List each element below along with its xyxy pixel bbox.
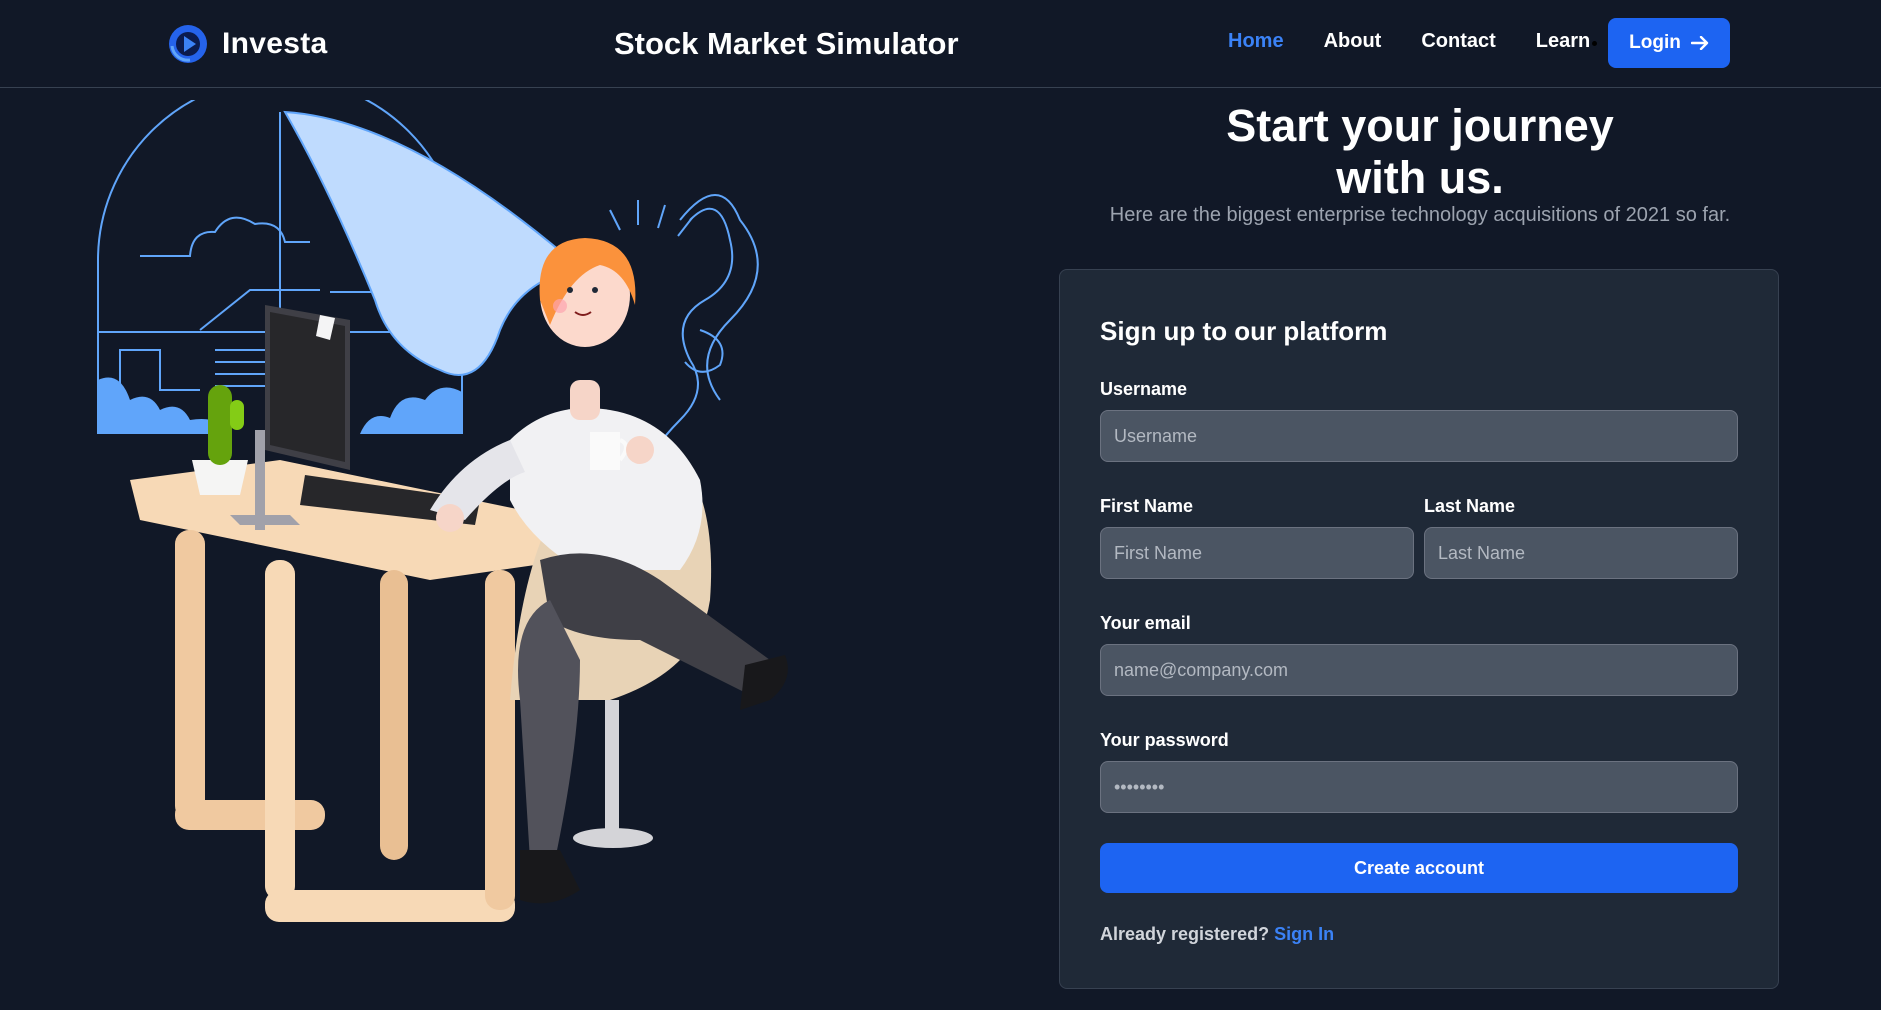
create-account-button[interactable]: Create account — [1100, 843, 1738, 893]
password-input[interactable] — [1100, 761, 1738, 813]
hero-title-line2: with us. — [1336, 152, 1504, 203]
password-label: Your password — [1100, 730, 1229, 750]
brand[interactable]: Investa — [168, 22, 328, 66]
last-name-label: Last Name — [1424, 496, 1516, 516]
nav-dot — [1592, 41, 1598, 46]
already-registered-text: Already registered? — [1100, 924, 1270, 944]
desk — [130, 460, 570, 922]
last-name-input[interactable] — [1424, 527, 1738, 579]
top-navbar: Investa Stock Market Simulator Home Abou… — [0, 0, 1881, 88]
nav-link-home[interactable]: Home — [1228, 30, 1284, 53]
hero-subtitle: Here are the biggest enterprise technolo… — [1109, 204, 1731, 226]
email-label: Your email — [1100, 613, 1191, 633]
nav-link-contact[interactable]: Contact — [1421, 30, 1495, 53]
hero-title: Start your journey with us. — [1060, 100, 1780, 204]
login-label: Login — [1629, 32, 1681, 53]
first-name-input[interactable] — [1100, 527, 1414, 579]
hero-title-line1: Start your journey — [1226, 100, 1614, 151]
hero-illustration — [97, 100, 788, 922]
already-registered-line: Already registered? Sign In — [1100, 924, 1334, 945]
arrow-right-icon — [1690, 36, 1709, 50]
nav-link-about[interactable]: About — [1324, 30, 1382, 53]
cactus-plant — [192, 385, 248, 495]
site-title: Stock Market Simulator — [614, 26, 959, 61]
first-name-label: First Name — [1100, 496, 1194, 516]
login-button[interactable]: Login — [1608, 18, 1730, 68]
email-input[interactable] — [1100, 644, 1738, 696]
signup-card: Sign up to our platform Username First N… — [1059, 269, 1779, 989]
nav-link-learn[interactable]: Learn — [1536, 30, 1590, 53]
chair-base — [573, 828, 653, 848]
nav-links: Home About Contact Learn — [1228, 30, 1630, 53]
signup-title: Sign up to our platform — [1100, 316, 1388, 346]
investa-logo-icon — [169, 25, 207, 63]
cloud-right — [360, 387, 462, 434]
username-input[interactable] — [1100, 410, 1738, 462]
chair-pole — [605, 700, 619, 830]
username-label: Username — [1100, 379, 1188, 399]
brand-name: Investa — [222, 27, 328, 60]
sign-in-link[interactable]: Sign In — [1274, 924, 1334, 944]
